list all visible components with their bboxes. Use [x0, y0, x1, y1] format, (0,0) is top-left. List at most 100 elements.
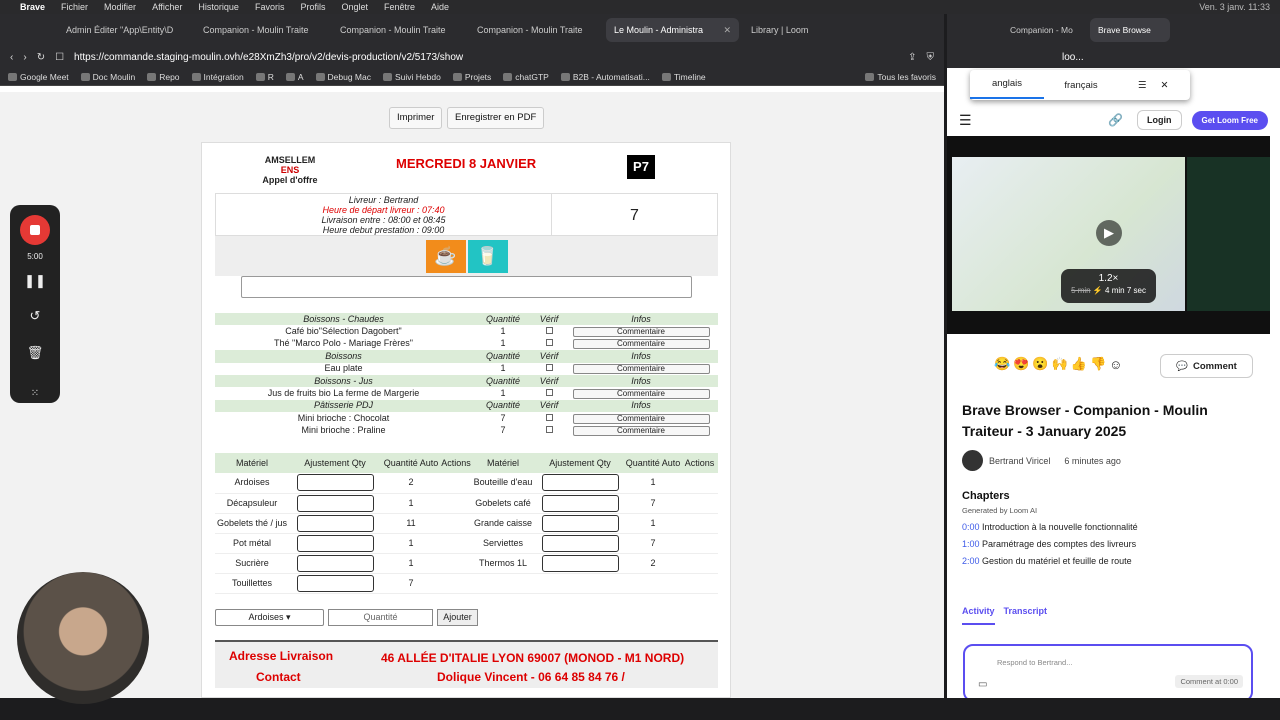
tab-companion-right[interactable]: Companion - Mo	[1002, 18, 1082, 42]
hamburger-icon[interactable]: ☰	[959, 112, 972, 129]
right-url-field[interactable]: loo...	[947, 46, 1280, 68]
bookmark-all-favorites[interactable]: Tous les favoris	[865, 72, 936, 82]
video-camera-icon[interactable]: ▭	[978, 679, 987, 690]
laugh-emoji-icon[interactable]: 😂	[994, 356, 1010, 372]
bookmark-debug-mac[interactable]: Debug Mac	[315, 72, 371, 82]
stop-recording-button[interactable]	[20, 215, 50, 245]
bookmark-chatgtp[interactable]: chatGTP	[503, 72, 549, 82]
bookmark-google-meet[interactable]: Google Meet	[8, 72, 69, 82]
tab-brave-browser[interactable]: Brave Browse	[1090, 18, 1170, 42]
tab-admin-editer[interactable]: Admin Éditer "App\Entity\D	[58, 18, 191, 42]
bookmark-projets[interactable]: Projets	[452, 72, 491, 82]
back-icon[interactable]: ‹	[10, 52, 13, 63]
brave-shield-icon[interactable]: ⛨	[927, 52, 935, 63]
tab-loom-library[interactable]: Library | Loom	[743, 18, 876, 42]
bookmark-doc-moulin[interactable]: Doc Moulin	[80, 72, 135, 82]
lang-english[interactable]: anglais	[970, 71, 1044, 99]
qty-adjust-input[interactable]	[296, 554, 374, 572]
menu-fenetre[interactable]: Fenêtre	[384, 2, 415, 12]
comment-field[interactable]: Commentaire	[572, 426, 710, 437]
verify-checkbox[interactable]	[545, 389, 553, 397]
speed-badge[interactable]: 1.2× 5 min ⚡ 4 min 7 sec	[1061, 269, 1156, 303]
trash-icon[interactable]: 🗑	[10, 345, 60, 361]
thumbs-down-emoji-icon[interactable]: 👎	[1090, 356, 1106, 372]
verify-checkbox[interactable]	[545, 364, 553, 372]
forward-icon[interactable]: ›	[23, 52, 26, 63]
menu-aide[interactable]: Aide	[431, 2, 449, 12]
quantity-input[interactable]: Quantité	[328, 609, 433, 626]
menu-profils[interactable]: Profils	[300, 2, 325, 12]
bookmark-timeline[interactable]: Timeline	[661, 72, 706, 82]
comment-field[interactable]: Commentaire	[572, 327, 710, 338]
comment-field[interactable]: Commentaire	[572, 339, 710, 350]
url-field[interactable]: https://commande.staging-moulin.ovh/e28X…	[74, 52, 898, 63]
qty-adjust-input[interactable]	[296, 494, 374, 512]
qty-adjust-input[interactable]	[541, 494, 619, 512]
tab-le-moulin-admin[interactable]: Le Moulin - Administra ✕	[606, 18, 739, 42]
verify-checkbox[interactable]	[545, 339, 553, 347]
thumbs-up-emoji-icon[interactable]: 👍	[1071, 356, 1087, 372]
bookmark-suivi-hebdo[interactable]: Suivi Hebdo	[382, 72, 441, 82]
heart-eyes-emoji-icon[interactable]: 😍	[1013, 356, 1029, 372]
comment-field[interactable]: Commentaire	[572, 364, 710, 375]
menu-afficher[interactable]: Afficher	[152, 2, 182, 12]
add-reaction-icon[interactable]: ☺	[1109, 357, 1122, 372]
comment-button[interactable]: 💬 Comment	[1160, 354, 1253, 378]
qty-adjust-input[interactable]	[541, 474, 619, 492]
tab-companion-2[interactable]: Companion - Moulin Traite	[332, 18, 465, 42]
qty-adjust-input[interactable]	[296, 534, 374, 552]
qty-adjust-input[interactable]	[296, 574, 374, 592]
reload-icon[interactable]: ↻	[37, 52, 45, 63]
surprised-emoji-icon[interactable]: 😮	[1032, 356, 1048, 372]
qty-adjust-input[interactable]	[541, 534, 619, 552]
menu-historique[interactable]: Historique	[198, 2, 239, 12]
qty-adjust-input[interactable]	[541, 514, 619, 532]
tab-activity[interactable]: Activity	[962, 606, 995, 625]
qty-adjust-input[interactable]	[541, 554, 619, 572]
comment-at-badge[interactable]: Comment at 0:00	[1175, 675, 1243, 688]
tab-companion-1[interactable]: Companion - Moulin Traite	[195, 18, 328, 42]
get-loom-button[interactable]: Get Loom Free	[1191, 110, 1268, 130]
menu-onglet[interactable]: Onglet	[341, 2, 368, 12]
menu-favoris[interactable]: Favoris	[255, 2, 285, 12]
app-menu-brave[interactable]: Brave	[20, 2, 45, 12]
restart-icon[interactable]: ↺	[10, 308, 60, 324]
bookmark-integration[interactable]: Intégration	[191, 72, 244, 82]
print-button[interactable]: Imprimer	[389, 107, 443, 129]
qty-adjust-input[interactable]	[296, 474, 374, 492]
comment-field[interactable]: Commentaire	[572, 413, 710, 424]
add-button[interactable]: Ajouter	[437, 609, 478, 626]
link-icon[interactable]: 🔗	[1108, 113, 1123, 127]
bookmark-icon[interactable]: ☐	[55, 52, 64, 63]
material-select[interactable]: Ardoises ▾	[215, 609, 324, 626]
menu-modifier[interactable]: Modifier	[104, 2, 136, 12]
drag-handle-icon[interactable]: ⁙	[10, 388, 60, 399]
share-icon[interactable]: ⇪	[908, 52, 916, 63]
close-icon[interactable]: ✕	[1161, 80, 1169, 91]
bookmark-b2b[interactable]: B2B - Automatisati...	[560, 72, 650, 82]
pause-icon[interactable]: ❚❚	[10, 273, 60, 289]
lang-french[interactable]: français	[1044, 80, 1118, 91]
qty-adjust-input[interactable]	[296, 514, 374, 532]
avatar[interactable]	[962, 450, 983, 471]
menu-icon[interactable]: ☰	[1138, 80, 1147, 91]
video-player[interactable]: ▶ 1.2× 5 min ⚡ 4 min 7 sec	[947, 136, 1270, 334]
chapter-item[interactable]: 1:00 Paramétrage des comptes des livreur…	[962, 539, 1262, 549]
save-pdf-button[interactable]: Enregistrer en PDF	[447, 107, 545, 129]
tab-companion-3[interactable]: Companion - Moulin Traite	[469, 18, 602, 42]
bookmark-repo[interactable]: Repo	[147, 72, 180, 82]
menu-fichier[interactable]: Fichier	[61, 2, 88, 12]
close-tab-icon[interactable]: ✕	[723, 25, 731, 36]
bookmark-a[interactable]: A	[285, 72, 304, 82]
author-name[interactable]: Bertrand Viricel	[989, 456, 1050, 466]
raised-hands-emoji-icon[interactable]: 🙌	[1052, 356, 1068, 372]
verify-checkbox[interactable]	[545, 413, 553, 421]
tab-transcript[interactable]: Transcript	[1004, 606, 1048, 625]
chapter-item[interactable]: 2:00 Gestion du matériel et feuille de r…	[962, 556, 1262, 566]
chapter-item[interactable]: 0:00 Introduction à la nouvelle fonction…	[962, 522, 1262, 532]
login-button[interactable]: Login	[1137, 110, 1182, 130]
webcam-bubble[interactable]	[17, 572, 149, 704]
comment-field[interactable]: Commentaire	[572, 389, 710, 400]
verify-checkbox[interactable]	[545, 327, 553, 335]
verify-checkbox[interactable]	[545, 426, 553, 434]
